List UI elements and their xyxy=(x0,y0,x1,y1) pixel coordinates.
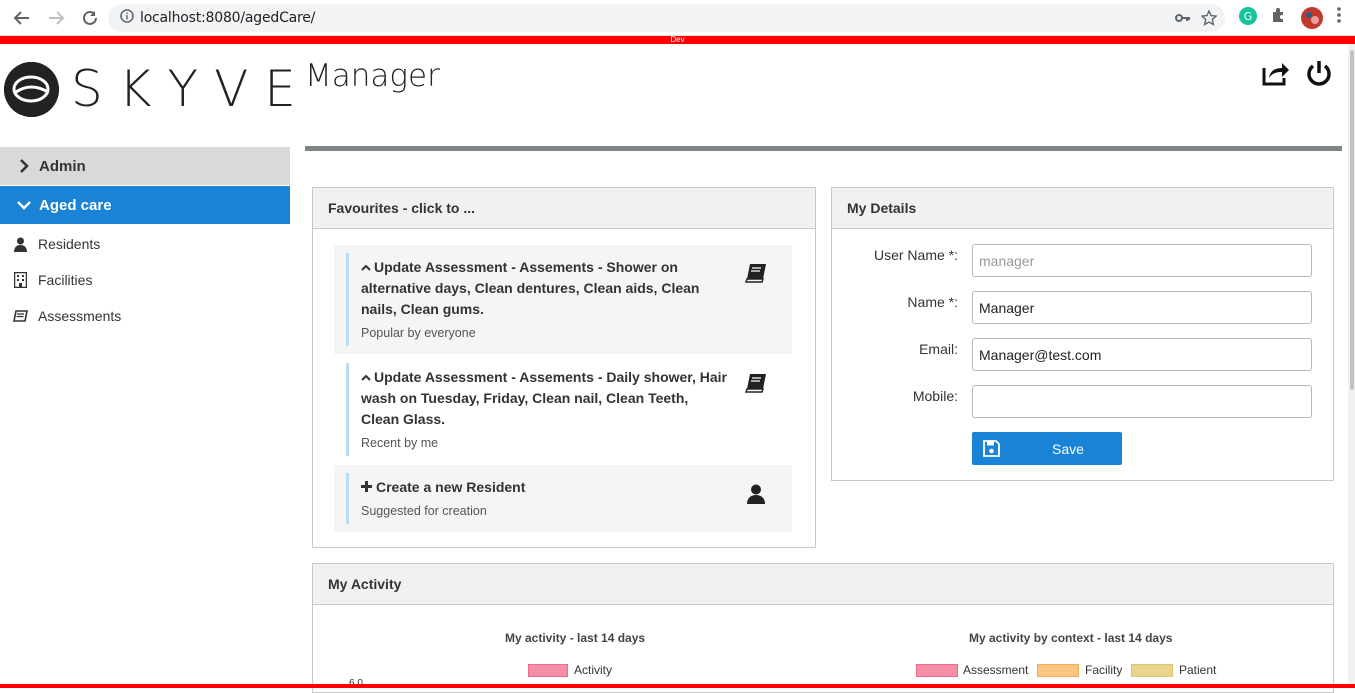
skyve-logo[interactable]: SKYVE xyxy=(4,62,312,117)
favourite-subtitle: Suggested for creation xyxy=(361,504,487,518)
email-label: Email: xyxy=(919,341,958,357)
favourite-title: Create a new Resident xyxy=(361,477,525,498)
reload-icon[interactable] xyxy=(74,2,106,34)
sidebar-group-label: Aged care xyxy=(39,196,112,214)
legend-label-facility: Facility xyxy=(1085,663,1123,677)
legend-label-assessment: Assessment xyxy=(963,663,1029,677)
legend-label-patient: Patient xyxy=(1179,663,1217,677)
legend-label-activity: Activity xyxy=(574,663,613,677)
email-field[interactable]: Manager@test.com xyxy=(972,338,1312,371)
chart-title-activity: My activity - last 14 days xyxy=(505,631,646,645)
favourite-subtitle: Popular by everyone xyxy=(361,326,476,340)
favourite-accent-bar xyxy=(346,253,349,346)
user-icon xyxy=(744,482,768,506)
my-details-panel: My Details User Name *: manager Name *: … xyxy=(831,187,1334,481)
favourite-subtitle: Recent by me xyxy=(361,436,439,450)
name-field[interactable]: Manager xyxy=(972,291,1312,324)
favourites-title: Favourites - click to ... xyxy=(313,188,815,229)
back-icon[interactable] xyxy=(6,2,38,34)
chevron-down-icon xyxy=(14,200,34,210)
favourite-title: Update Assessment - Assements - Shower o… xyxy=(361,257,700,317)
username-label: User Name *: xyxy=(873,247,958,263)
favourite-accent-bar xyxy=(346,363,349,456)
chevron-up-icon xyxy=(361,257,374,278)
chart-title-context: My activity by context - last 14 days xyxy=(969,631,1173,645)
mobile-field[interactable] xyxy=(972,385,1312,418)
info-icon[interactable] xyxy=(120,8,134,28)
sidebar-group-admin[interactable]: Admin xyxy=(0,147,290,185)
url-text[interactable]: localhost:8080/agedCare/ xyxy=(140,10,315,26)
sidebar-item-label: Assessments xyxy=(38,308,122,324)
legend-swatch-assessment xyxy=(916,664,958,677)
page-title: Manager xyxy=(305,58,440,94)
book-icon xyxy=(744,371,768,395)
sidebar-item-residents[interactable]: Residents xyxy=(0,226,290,262)
name-label: Name *: xyxy=(907,294,958,310)
profile-avatar[interactable] xyxy=(1300,6,1324,30)
share-icon[interactable] xyxy=(1260,58,1292,90)
legend-swatch-facility xyxy=(1037,664,1079,677)
sidebar-item-assessments[interactable]: Assessments xyxy=(0,298,290,334)
my-details-title: My Details xyxy=(832,188,1333,229)
power-icon[interactable] xyxy=(1304,58,1336,90)
save-icon xyxy=(982,440,1000,458)
save-button[interactable]: Save xyxy=(972,432,1122,465)
svg-text:G: G xyxy=(1244,10,1253,23)
dev-banner-bottom xyxy=(0,684,1355,688)
title-divider xyxy=(305,146,1342,151)
dev-banner: Dev xyxy=(0,36,1355,44)
address-bar[interactable]: localhost:8080/agedCare/ xyxy=(108,4,1225,32)
sidebar-group-aged-care[interactable]: Aged care xyxy=(0,186,290,224)
chevron-right-icon xyxy=(14,159,34,173)
sidebar-group-label: Admin xyxy=(39,157,86,175)
sidebar-item-label: Residents xyxy=(38,236,101,252)
grammarly-icon[interactable]: G xyxy=(1238,6,1258,26)
dev-label: Dev xyxy=(670,35,685,44)
key-icon[interactable] xyxy=(1175,10,1191,31)
favourite-accent-bar xyxy=(346,473,349,524)
legend-swatch-patient xyxy=(1131,664,1173,677)
logo-text: SKYVE xyxy=(71,60,312,118)
book-icon xyxy=(744,261,768,285)
legend-swatch-activity xyxy=(528,664,568,677)
username-field[interactable]: manager xyxy=(972,244,1312,277)
favourite-item[interactable]: Create a new Resident Suggested for crea… xyxy=(334,465,792,532)
logo-mark xyxy=(4,62,59,117)
forward-icon[interactable] xyxy=(40,2,72,34)
mobile-label: Mobile: xyxy=(912,388,958,404)
chevron-up-icon xyxy=(361,367,374,388)
book-icon xyxy=(12,309,28,323)
favourites-panel: Favourites - click to ... Update Assessm… xyxy=(312,187,816,548)
favourite-item[interactable]: Update Assessment - Assements - Shower o… xyxy=(334,245,792,354)
favourite-item[interactable]: Update Assessment - Assements - Daily sh… xyxy=(334,355,792,464)
user-icon xyxy=(12,237,28,252)
my-activity-panel: My Activity My activity - last 14 days A… xyxy=(312,563,1334,693)
sidebar-item-label: Facilities xyxy=(38,272,93,288)
favourite-title: Update Assessment - Assements - Daily sh… xyxy=(361,367,727,427)
sidebar-item-facilities[interactable]: Facilities xyxy=(0,262,290,298)
extensions-icon[interactable] xyxy=(1270,6,1288,24)
building-icon xyxy=(12,272,28,288)
star-icon[interactable] xyxy=(1200,9,1218,31)
plus-icon xyxy=(361,477,376,498)
scrollbar-thumb[interactable] xyxy=(1350,50,1354,390)
browser-menu-icon[interactable] xyxy=(1336,6,1342,24)
save-label: Save xyxy=(1052,440,1084,457)
my-activity-title: My Activity xyxy=(313,564,1333,605)
